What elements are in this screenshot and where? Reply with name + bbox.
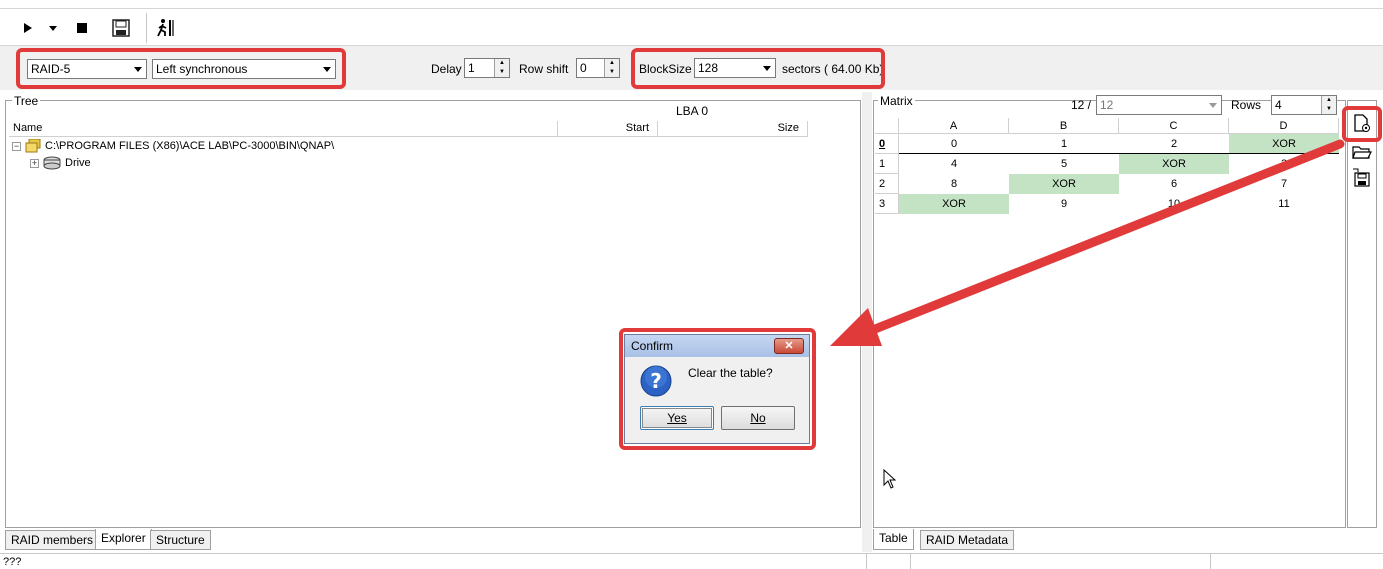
tab-explorer[interactable]: Explorer	[95, 529, 152, 550]
tree-item-root[interactable]: − C:\PROGRAM FILES (X86)\ACE LAB\PC-3000…	[12, 139, 334, 153]
rows-value: 4	[1275, 98, 1282, 112]
highlight-raid-type	[16, 48, 346, 89]
delay-value: 1	[468, 61, 475, 75]
folders-icon	[25, 139, 41, 153]
highlight-blocksize	[631, 48, 885, 89]
yes-button-label: Yes	[667, 411, 687, 425]
close-icon[interactable]: ✕	[774, 338, 804, 354]
matrix-title: Matrix	[878, 94, 915, 108]
delay-spinner[interactable]: 1 ▲ ▼	[464, 58, 510, 78]
tab-table[interactable]: Table	[873, 529, 914, 550]
status-bar: ???	[0, 553, 1383, 569]
expand-icon[interactable]: +	[30, 158, 39, 168]
tree-item-drive[interactable]: + Drive	[30, 156, 91, 170]
tab-raid-members[interactable]: RAID members	[5, 530, 100, 550]
column-name[interactable]: Name	[9, 121, 558, 137]
spin-up-icon[interactable]: ▲	[495, 59, 509, 68]
rows-label: Rows	[1231, 98, 1262, 112]
no-button[interactable]: No	[721, 406, 795, 430]
toolbar	[0, 8, 1383, 46]
spin-down-icon[interactable]: ▼	[1322, 105, 1336, 114]
matrix-count-label: 12 /	[1071, 98, 1092, 112]
row-shift-spinner[interactable]: 0 ▲ ▼	[576, 58, 620, 78]
yes-button[interactable]: Yes	[640, 406, 714, 430]
tree-panel	[5, 100, 861, 528]
matrix-count-select[interactable]: 12	[1096, 95, 1222, 115]
drive-icon	[43, 156, 61, 170]
chevron-down-icon[interactable]	[1205, 96, 1221, 114]
matrix-count-value: 12	[1100, 98, 1114, 112]
question-icon: ?	[640, 365, 672, 397]
no-button-label: No	[750, 411, 766, 425]
tree-drive-label: Drive	[65, 157, 91, 169]
tree-root-label: C:\PROGRAM FILES (X86)\ACE LAB\PC-3000\B…	[45, 140, 335, 152]
annotation-arrow	[830, 139, 1345, 346]
play-icon[interactable]	[18, 18, 38, 38]
delay-label: Delay	[431, 62, 462, 76]
row-shift-value: 0	[580, 61, 587, 75]
stop-icon[interactable]	[72, 18, 92, 38]
tab-structure[interactable]: Structure	[150, 530, 211, 550]
spin-up-icon[interactable]: ▲	[605, 59, 619, 68]
mouse-cursor-icon	[883, 468, 897, 492]
svg-text:?: ?	[650, 369, 662, 393]
dropdown-arrow-icon[interactable]	[46, 18, 60, 38]
row-shift-label: Row shift	[519, 62, 569, 76]
dialog-message: Clear the table?	[688, 366, 773, 380]
lba-label: LBA 0	[676, 104, 709, 118]
spin-down-icon[interactable]: ▼	[605, 68, 619, 77]
rows-spinner[interactable]: 4 ▲ ▼	[1271, 95, 1337, 115]
spin-down-icon[interactable]: ▼	[495, 68, 509, 77]
run-person-icon[interactable]	[156, 18, 176, 38]
save-icon[interactable]	[111, 18, 131, 38]
collapse-icon[interactable]: −	[12, 141, 21, 151]
column-start[interactable]: Start	[558, 121, 658, 137]
spin-up-icon[interactable]: ▲	[1322, 96, 1336, 105]
column-size[interactable]: Size	[658, 121, 808, 137]
tab-raid-metadata[interactable]: RAID Metadata	[920, 530, 1015, 550]
tree-title: Tree	[12, 94, 41, 108]
status-text: ???	[3, 556, 22, 568]
